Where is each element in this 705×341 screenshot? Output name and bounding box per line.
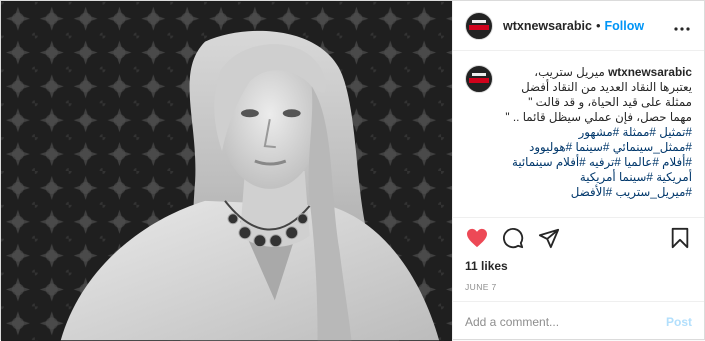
share-icon[interactable]	[537, 226, 561, 250]
post-header: wtxnewsarabic • Follow	[453, 1, 704, 51]
post-date[interactable]: JUNE 7	[453, 277, 704, 297]
follow-button[interactable]: Follow	[605, 19, 645, 33]
portrait-image	[1, 1, 452, 341]
caption-body: wtxnewsarabic ميريل ستريب، يعتبرها النقا…	[503, 65, 692, 217]
bookmark-icon[interactable]	[668, 226, 692, 250]
comment-input[interactable]	[465, 314, 666, 329]
heart-filled-icon[interactable]	[465, 226, 489, 250]
instagram-post: wtxnewsarabic • Follow wtxnewsarabic مير…	[0, 0, 705, 341]
avatar[interactable]	[465, 11, 493, 40]
header-username[interactable]: wtxnewsarabic	[503, 19, 592, 33]
separator-dot: •	[595, 18, 601, 33]
post-photo[interactable]	[1, 1, 452, 341]
caption-username[interactable]: wtxnewsarabic	[608, 65, 692, 79]
likes-count[interactable]: 11 likes	[453, 257, 704, 275]
post-sidebar: wtxnewsarabic • Follow wtxnewsarabic مير…	[452, 1, 704, 341]
caption-avatar[interactable]	[465, 65, 493, 93]
post-comment-button[interactable]: Post	[666, 315, 692, 329]
action-bar	[453, 217, 704, 257]
more-options-icon[interactable]	[674, 20, 690, 31]
caption-hashtags[interactable]: #تمثيل #ممثلة #مشهور #ممثل_سينمائي #سينم…	[503, 125, 692, 200]
comments-area: wtxnewsarabic ميريل ستريب، يعتبرها النقا…	[453, 51, 704, 217]
caption-row: wtxnewsarabic ميريل ستريب، يعتبرها النقا…	[465, 65, 692, 217]
comment-icon[interactable]	[501, 226, 525, 250]
add-comment-bar: Post	[453, 301, 704, 341]
